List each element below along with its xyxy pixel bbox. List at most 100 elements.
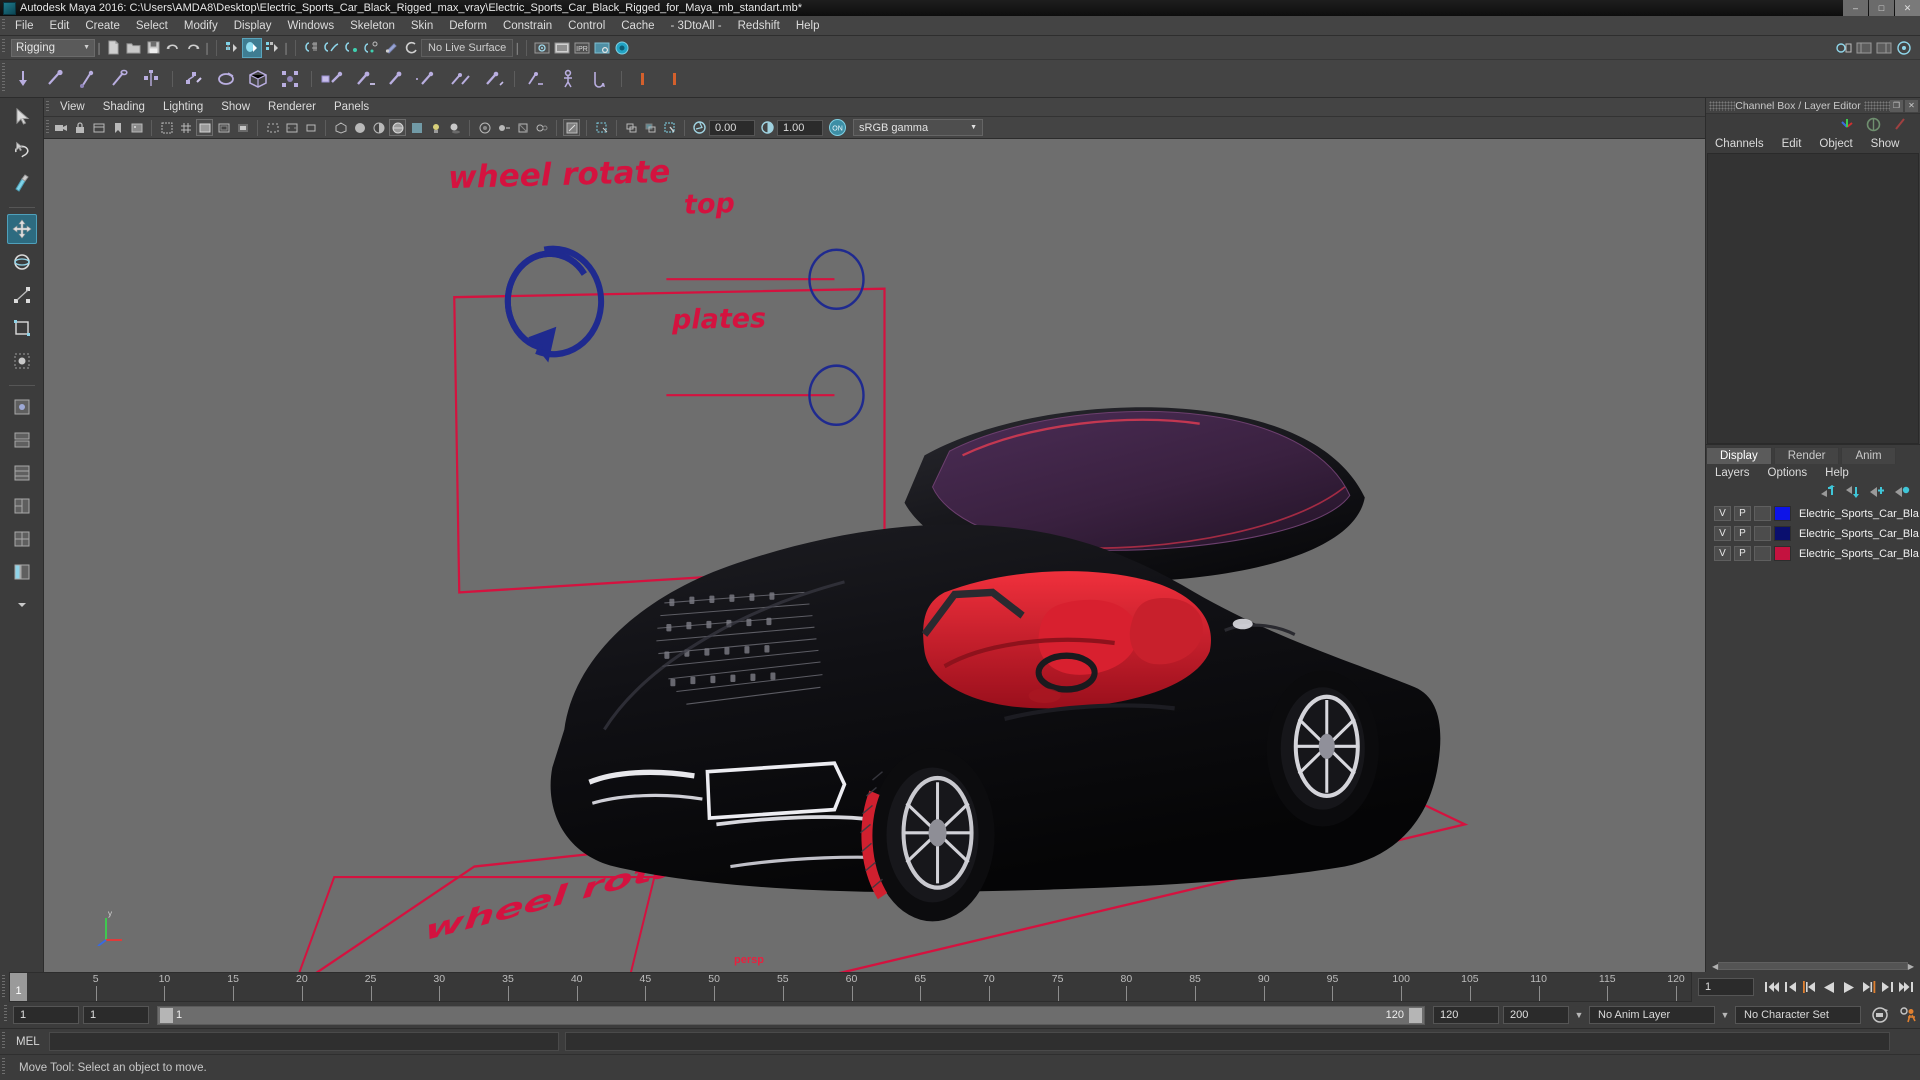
detach-skin-icon[interactable] <box>381 64 413 94</box>
status-line-grip[interactable] <box>0 36 7 59</box>
tab-anim[interactable]: Anim <box>1841 446 1896 464</box>
soft-modification-tool-icon[interactable] <box>7 346 37 376</box>
ik-handle-icon[interactable] <box>178 64 210 94</box>
select-region-icon[interactable] <box>661 119 678 136</box>
snap-to-point-icon[interactable] <box>341 38 361 58</box>
table-row[interactable]: V P Electric_Sports_Car_Bla <box>1706 524 1920 544</box>
xray-active-components-icon[interactable] <box>642 119 659 136</box>
constraint-icon[interactable] <box>627 64 659 94</box>
script-language-label[interactable]: MEL <box>7 1036 49 1048</box>
animation-end-time-field[interactable]: 200 <box>1503 1006 1569 1024</box>
bookmarks-icon[interactable] <box>109 119 126 136</box>
scale-tool-icon[interactable] <box>7 280 37 310</box>
create-joint-icon[interactable] <box>7 64 39 94</box>
pose-deformer-icon[interactable] <box>584 64 616 94</box>
exposure-icon[interactable] <box>691 119 708 136</box>
layer-color-swatch[interactable] <box>1774 526 1791 541</box>
channel-box-menu-object[interactable]: Object <box>1810 138 1861 150</box>
menu-skeleton[interactable]: Skeleton <box>342 16 403 36</box>
isolate-select-icon[interactable] <box>563 119 580 136</box>
layer-playback-toggle[interactable]: P <box>1734 526 1751 541</box>
gate-mask-icon[interactable] <box>234 119 251 136</box>
layer-state-toggle[interactable] <box>1754 506 1771 521</box>
layer-name[interactable]: Electric_Sports_Car_Bla <box>1799 508 1919 520</box>
tab-render[interactable]: Render <box>1773 446 1840 464</box>
go-to-end-icon[interactable] <box>1898 980 1914 994</box>
lasso-select-tool-icon[interactable] <box>7 135 37 165</box>
character-set-dropdown[interactable]: No Character Set <box>1735 1006 1861 1024</box>
safe-action-icon[interactable] <box>283 119 300 136</box>
layout-two-pane-side-icon[interactable] <box>7 425 37 455</box>
menu-deform[interactable]: Deform <box>441 16 495 36</box>
new-scene-icon[interactable] <box>103 38 123 58</box>
table-row[interactable]: V P Electric_Sports_Car_Bla <box>1706 544 1920 564</box>
play-forwards-icon[interactable] <box>1841 980 1857 995</box>
channel-box-content[interactable] <box>1707 153 1919 444</box>
layer-playback-toggle[interactable]: P <box>1734 506 1751 521</box>
attribute-editor-icon[interactable] <box>1865 116 1882 133</box>
gamma-field[interactable]: 1.00 <box>777 119 823 136</box>
snap-to-view-plane-icon[interactable] <box>381 38 401 58</box>
close-panel-button[interactable]: ✕ <box>1905 99 1918 112</box>
tab-display[interactable]: Display <box>1706 446 1772 464</box>
layout-single-pane-icon[interactable] <box>7 392 37 422</box>
two-d-pan-zoom-icon[interactable] <box>158 119 175 136</box>
anim-layer-dropdown[interactable]: No Anim Layer <box>1589 1006 1715 1024</box>
layer-horizontal-scrollbar[interactable]: ◀ ▶ <box>1706 960 1920 972</box>
layout-more-icon[interactable] <box>7 590 37 620</box>
time-slider-track[interactable]: 1 5 10 15 20 25 30 35 40 45 50 55 60 65 70 75 80 85 90 95 1… <box>9 972 1692 1002</box>
viewport-menu-panels[interactable]: Panels <box>325 101 378 113</box>
chevron-down-icon[interactable]: ▼ <box>1719 1010 1731 1020</box>
make-live-icon[interactable] <box>401 38 421 58</box>
range-slider[interactable]: 1 120 <box>157 1005 1425 1025</box>
undock-panel-button[interactable]: ❐ <box>1890 99 1903 112</box>
bind-skin-icon[interactable] <box>317 64 349 94</box>
copy-skin-weights-icon[interactable] <box>477 64 509 94</box>
select-camera-icon[interactable] <box>52 119 69 136</box>
select-by-object-icon[interactable] <box>242 37 262 58</box>
animation-preferences-icon[interactable] <box>1898 1006 1920 1024</box>
xray-toggle-icon[interactable] <box>593 119 610 136</box>
range-end-handle[interactable] <box>1409 1007 1422 1023</box>
snap-to-projected-center-icon[interactable] <box>361 38 381 58</box>
lattice-deform-icon[interactable] <box>242 64 274 94</box>
help-line-grip[interactable] <box>0 1054 7 1080</box>
texture-toggle-icon[interactable] <box>408 119 425 136</box>
layer-name[interactable]: Electric_Sports_Car_Bla <box>1799 528 1919 540</box>
layout-two-pane-stacked-icon[interactable] <box>7 458 37 488</box>
film-gate-icon[interactable] <box>196 119 213 136</box>
table-row[interactable]: V P Electric_Sports_Car_Bla <box>1706 504 1920 524</box>
wireframe-on-shaded-icon[interactable] <box>389 119 406 136</box>
range-start-handle[interactable] <box>160 1007 173 1023</box>
panel-grip-right[interactable] <box>1864 100 1890 111</box>
screen-space-ao-icon[interactable] <box>476 119 493 136</box>
render-settings-icon[interactable] <box>592 38 612 58</box>
minimize-button[interactable]: – <box>1843 0 1868 16</box>
menu-constrain[interactable]: Constrain <box>495 16 560 36</box>
viewport-menu-grip[interactable] <box>44 97 51 117</box>
select-by-component-icon[interactable] <box>262 38 282 58</box>
xray-joints-icon[interactable] <box>623 119 640 136</box>
snap-to-grid-icon[interactable] <box>301 38 321 58</box>
paint-select-tool-icon[interactable] <box>7 168 37 198</box>
chevron-down-icon[interactable]: ▼ <box>1573 1010 1585 1020</box>
exposure-field[interactable]: 0.00 <box>709 119 755 136</box>
layer-state-toggle[interactable] <box>1754 546 1771 561</box>
channel-box-menu-edit[interactable]: Edit <box>1773 138 1811 150</box>
undo-icon[interactable] <box>163 38 183 58</box>
image-plane-icon[interactable] <box>128 119 145 136</box>
step-forward-key-icon[interactable] <box>1861 980 1876 994</box>
menu-3dtoall[interactable]: - 3DtoAll - <box>663 16 730 36</box>
menu-select[interactable]: Select <box>128 16 176 36</box>
menu-grip[interactable] <box>0 16 7 35</box>
layer-name[interactable]: Electric_Sports_Car_Bla <box>1799 548 1919 560</box>
open-scene-icon[interactable] <box>123 38 143 58</box>
hypershade-icon[interactable] <box>612 38 632 58</box>
interactive-bind-icon[interactable] <box>349 64 381 94</box>
ik-spline-handle-icon[interactable] <box>210 64 242 94</box>
layer-color-swatch[interactable] <box>1774 506 1791 521</box>
step-back-frame-icon[interactable] <box>1784 980 1798 994</box>
mirror-skin-weights-icon[interactable] <box>445 64 477 94</box>
play-backwards-icon[interactable] <box>1821 980 1837 995</box>
move-layer-up-icon[interactable] <box>1819 484 1835 499</box>
